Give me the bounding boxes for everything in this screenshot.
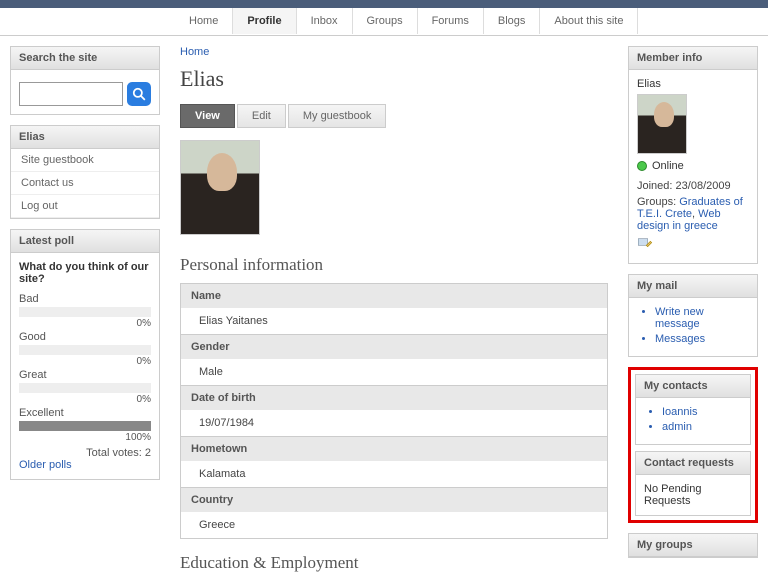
tab-edit[interactable]: Edit xyxy=(237,104,286,128)
poll-option: Good0% xyxy=(19,331,151,367)
section-education: Education & Employment xyxy=(180,553,608,573)
page-title: Elias xyxy=(180,66,608,92)
requests-text: No Pending Requests xyxy=(636,475,750,515)
my-mail-panel: My mail Write new message Messages xyxy=(628,274,758,357)
online-icon xyxy=(637,161,647,171)
info-value: Greece xyxy=(181,512,607,538)
my-groups-header: My groups xyxy=(629,534,757,557)
info-value: 19/07/1984 xyxy=(181,410,607,436)
user-panel-header: Elias xyxy=(11,126,159,149)
sidebar-link-site-guestbook[interactable]: Site guestbook xyxy=(11,149,159,172)
poll-question: What do you think of our site? xyxy=(19,261,151,285)
poll-option: Bad0% xyxy=(19,293,151,329)
section-personal: Personal information xyxy=(180,255,608,275)
tab-view[interactable]: View xyxy=(180,104,235,128)
main-nav: HomeProfileInboxGroupsForumsBlogsAbout t… xyxy=(0,8,768,36)
sidebar-link-log-out[interactable]: Log out xyxy=(11,195,159,218)
search-input[interactable] xyxy=(19,82,123,106)
search-icon xyxy=(132,87,146,101)
contact-requests-panel: Contact requests No Pending Requests xyxy=(635,451,751,516)
info-header: Hometown xyxy=(181,436,607,461)
my-contacts-panel: My contacts Ioannis admin xyxy=(635,374,751,445)
info-value: Elias Yaitanes xyxy=(181,308,607,334)
my-contacts-header: My contacts xyxy=(636,375,750,398)
info-value: Male xyxy=(181,359,607,385)
poll-total: Total votes: 2 xyxy=(19,447,151,459)
my-mail-header: My mail xyxy=(629,275,757,298)
sidebar-link-contact-us[interactable]: Contact us xyxy=(11,172,159,195)
poll-header: Latest poll xyxy=(11,230,159,253)
nav-blogs[interactable]: Blogs xyxy=(484,8,540,34)
joined-line: Joined: 23/08/2009 xyxy=(637,180,749,192)
nav-forums[interactable]: Forums xyxy=(418,8,483,34)
info-header: Date of birth xyxy=(181,385,607,410)
info-header: Gender xyxy=(181,334,607,359)
nav-groups[interactable]: Groups xyxy=(353,8,417,34)
contact-link[interactable]: Ioannis xyxy=(662,406,697,418)
poll-option: Excellent100% xyxy=(19,407,151,443)
member-info-panel: Member info Elias Online Joined: 23/08/2… xyxy=(628,46,758,264)
edit-icon[interactable] xyxy=(637,236,653,252)
groups-line: Groups: Graduates of T.E.I. Crete, Web d… xyxy=(637,196,749,232)
profile-tabs: ViewEditMy guestbook xyxy=(180,104,608,128)
search-header: Search the site xyxy=(11,47,159,70)
personal-info-table: NameElias YaitanesGenderMaleDate of birt… xyxy=(180,283,608,539)
search-button[interactable] xyxy=(127,82,151,106)
info-value: Kalamata xyxy=(181,461,607,487)
poll-panel: Latest poll What do you think of our sit… xyxy=(10,229,160,480)
nav-profile[interactable]: Profile xyxy=(233,8,295,34)
breadcrumb[interactable]: Home xyxy=(180,46,209,58)
avatar xyxy=(180,140,260,235)
contact-requests-header: Contact requests xyxy=(636,452,750,475)
older-polls-link[interactable]: Older polls xyxy=(19,459,72,471)
nav-inbox[interactable]: Inbox xyxy=(297,8,352,34)
status-text: Online xyxy=(652,160,684,172)
nav-about-this-site[interactable]: About this site xyxy=(540,8,637,34)
nav-home[interactable]: Home xyxy=(175,8,232,34)
my-groups-panel: My groups xyxy=(628,533,758,558)
member-name: Elias xyxy=(637,78,749,90)
poll-option: Great0% xyxy=(19,369,151,405)
member-info-header: Member info xyxy=(629,47,757,70)
mail-link-messages[interactable]: Messages xyxy=(655,333,705,345)
contact-link[interactable]: admin xyxy=(662,421,692,433)
tab-my-guestbook[interactable]: My guestbook xyxy=(288,104,386,128)
contacts-highlight: My contacts Ioannis admin Contact request… xyxy=(628,367,758,523)
info-header: Name xyxy=(181,284,607,308)
user-panel: Elias Site guestbookContact usLog out xyxy=(10,125,160,219)
search-panel: Search the site xyxy=(10,46,160,115)
info-header: Country xyxy=(181,487,607,512)
mail-link-write-new-message[interactable]: Write new message xyxy=(655,306,704,330)
avatar-small xyxy=(637,94,687,154)
